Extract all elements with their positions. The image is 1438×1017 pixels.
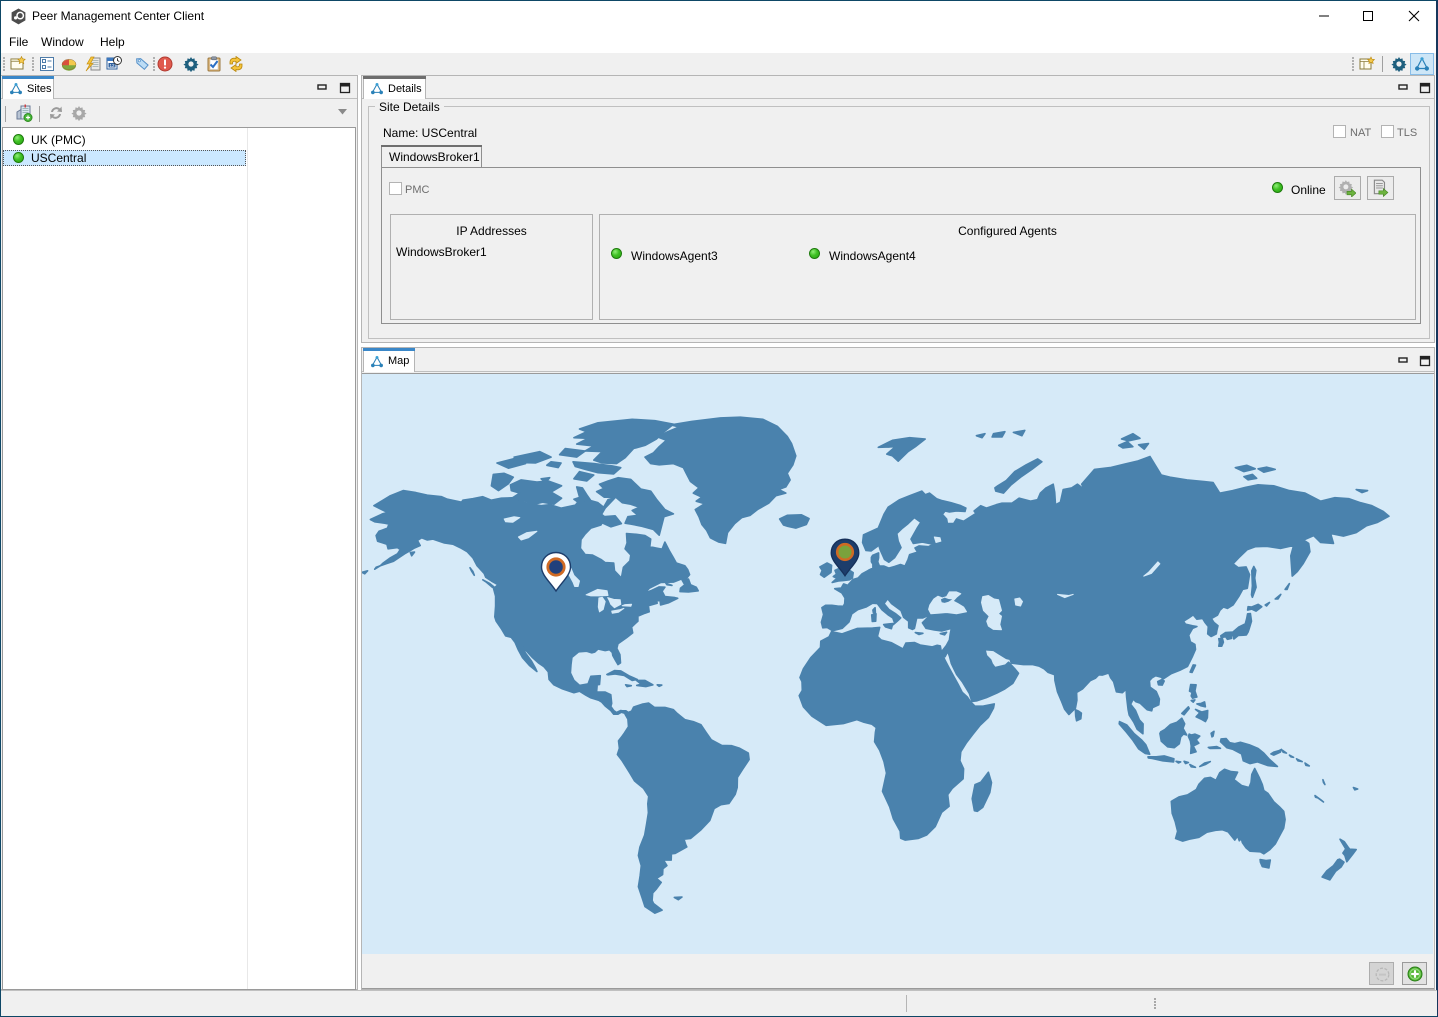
svg-text:12: 12 (109, 63, 115, 68)
